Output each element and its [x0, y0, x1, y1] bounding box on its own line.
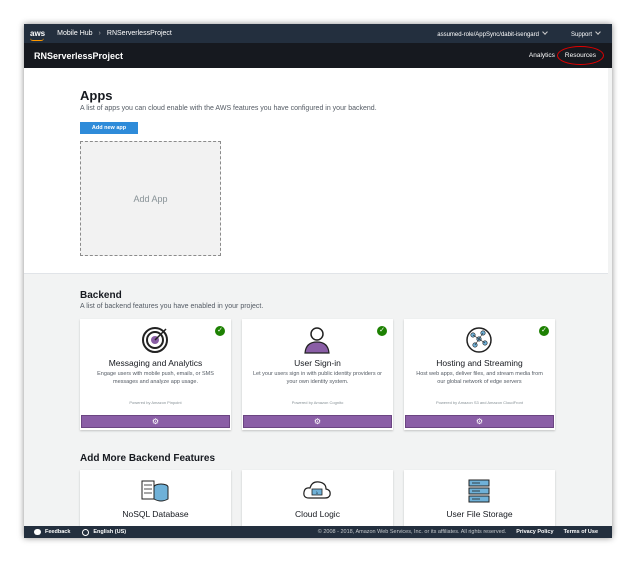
language-selector[interactable]: English (US)	[93, 529, 126, 535]
enabled-check-icon: ✓	[377, 326, 387, 336]
project-bar: RNServerlessProject Analytics Resources	[24, 43, 612, 68]
feedback-icon	[34, 529, 41, 535]
backend-heading: Backend	[80, 290, 122, 301]
powered-by: Powered by Amazon S3 and Amazon CloudFro…	[436, 400, 523, 405]
support-label: Support	[570, 31, 592, 38]
chevron-down-icon	[595, 28, 601, 35]
project-breadcrumb[interactable]: RNServerlessProject	[107, 30, 172, 37]
svg-text:λ: λ	[316, 491, 318, 495]
service-link[interactable]: Mobile Hub	[57, 30, 92, 37]
enabled-check-icon: ✓	[215, 326, 225, 336]
top-nav-bar: aws Mobile Hub › RNServerlessProject ass…	[24, 24, 612, 43]
breadcrumb-chevron-icon: ›	[98, 30, 101, 37]
feedback-link[interactable]: Feedback	[45, 529, 70, 535]
database-icon	[141, 480, 169, 502]
add-more-heading: Add More Backend Features	[80, 453, 216, 464]
network-globe-icon	[466, 327, 492, 353]
add-app-label: Add App	[133, 193, 168, 204]
gear-icon: ⚙	[313, 417, 322, 426]
account-menu[interactable]: assumed-role/AppSync/dabit-isengard	[437, 28, 548, 38]
add-feature-card-cloud-logic[interactable]: λ Cloud Logic	[242, 470, 393, 526]
configure-button[interactable]: ⚙	[405, 415, 554, 428]
card-title: User File Storage	[446, 509, 513, 519]
chevron-down-icon	[542, 28, 548, 35]
configure-button[interactable]: ⚙	[243, 415, 392, 428]
nav-resources[interactable]: Resources	[556, 46, 605, 65]
add-app-tile[interactable]: Add App	[80, 141, 221, 256]
target-icon	[142, 327, 168, 353]
feature-card-user-signin[interactable]: ✓ User Sign-in Let your users sign in wi…	[242, 319, 393, 430]
card-description: Let your users sign in with public ident…	[252, 371, 382, 385]
card-title: NoSQL Database	[122, 509, 189, 519]
powered-by: Powered by Amazon Cognito	[291, 400, 344, 405]
card-title: User Sign-in	[294, 358, 341, 368]
feature-card-hosting[interactable]: ✓ Hosting and Streaming Host web apps, d…	[404, 319, 555, 430]
file-storage-icon	[468, 479, 490, 503]
aws-smile-icon	[30, 38, 44, 41]
apps-section: Apps A list of apps you can cloud enable…	[24, 68, 608, 274]
card-description: Host web apps, deliver files, and stream…	[416, 371, 543, 385]
apps-heading: Apps	[80, 88, 113, 103]
card-title: Messaging and Analytics	[108, 358, 203, 368]
copyright-text: © 2008 - 2018, Amazon Web Services, Inc.…	[317, 529, 507, 535]
footer: Feedback English (US) © 2008 - 2018, Ama…	[24, 526, 612, 538]
card-title: Hosting and Streaming	[436, 358, 523, 368]
backend-description: A list of backend features you have enab…	[80, 303, 264, 310]
privacy-policy-link[interactable]: Privacy Policy	[516, 529, 553, 535]
feature-card-messaging[interactable]: ✓ Messaging and Analytics Engage users w…	[80, 319, 231, 430]
cloud-icon: λ	[303, 481, 331, 499]
apps-description: A list of apps you can cloud enable with…	[80, 105, 377, 112]
nav-analytics[interactable]: Analytics	[529, 52, 555, 59]
configure-button[interactable]: ⚙	[81, 415, 230, 428]
card-description: Engage users with mobile push, emails, o…	[97, 371, 214, 385]
terms-of-use-link[interactable]: Terms of Use	[564, 529, 598, 535]
user-icon	[304, 327, 330, 354]
enabled-check-icon: ✓	[539, 326, 549, 336]
aws-logo-text: aws	[30, 28, 46, 38]
support-menu[interactable]: Support	[570, 28, 601, 38]
console-window: aws Mobile Hub › RNServerlessProject ass…	[24, 24, 612, 538]
gear-icon: ⚙	[151, 417, 160, 426]
globe-icon	[82, 528, 90, 536]
add-feature-card-file-storage[interactable]: User File Storage	[404, 470, 555, 526]
gear-icon: ⚙	[475, 417, 484, 426]
card-title: Cloud Logic	[295, 509, 340, 519]
project-title: RNServerlessProject	[34, 50, 124, 61]
account-role-label: assumed-role/AppSync/dabit-isengard	[437, 31, 539, 38]
add-feature-card-nosql[interactable]: NoSQL Database	[80, 470, 231, 526]
aws-logo[interactable]: aws	[30, 28, 46, 41]
add-new-app-button[interactable]: Add new app	[80, 122, 138, 134]
powered-by: Powered by Amazon Pinpoint	[129, 400, 182, 405]
